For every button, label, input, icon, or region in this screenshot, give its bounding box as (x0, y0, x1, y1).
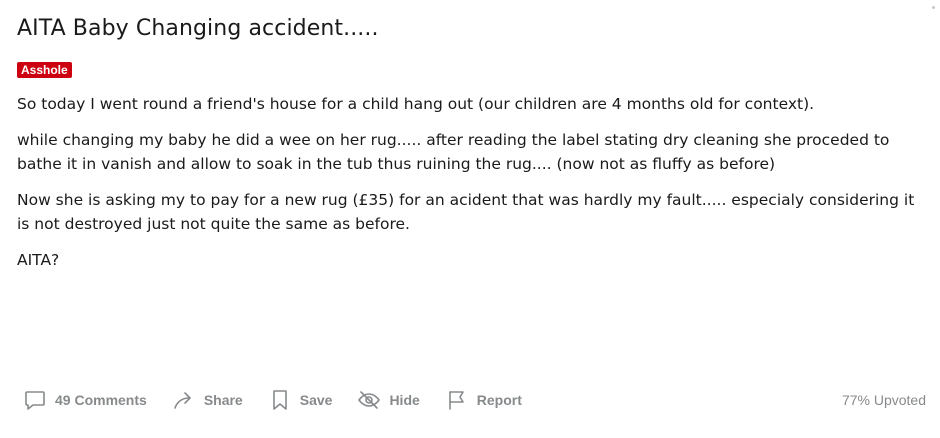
scrollbar-indicator[interactable] (932, 6, 935, 9)
report-label: Report (476, 392, 522, 408)
share-arrow-icon (174, 392, 191, 409)
upvote-ratio: 77% Upvoted (841, 392, 926, 408)
save-label: Save (299, 392, 333, 408)
flag-icon (448, 391, 464, 410)
post: AITA Baby Changing accident..... Asshole… (17, 14, 929, 284)
eye-slash-icon (358, 391, 381, 409)
hide-label: Hide (389, 392, 420, 408)
share-button[interactable]: Share (172, 388, 243, 412)
post-paragraph: Now she is asking my to pay for a new ru… (17, 191, 915, 233)
post-title[interactable]: AITA Baby Changing accident..... (17, 14, 929, 44)
save-button[interactable]: Save (268, 388, 333, 412)
share-label: Share (203, 392, 243, 408)
post-action-bar: 49 Comments Share Save Hide Report 77% U… (23, 385, 926, 415)
post-flair-badge[interactable]: Asshole (17, 62, 72, 78)
comments-button[interactable]: 49 Comments (23, 388, 147, 412)
bookmark-icon (272, 390, 287, 410)
comment-bubble-icon (25, 391, 45, 410)
report-button[interactable]: Report (445, 388, 522, 412)
post-paragraph: AITA? (17, 251, 60, 269)
post-paragraph: while changing my baby he did a wee on h… (17, 131, 890, 173)
comments-label: 49 Comments (55, 392, 147, 408)
post-paragraph: So today I went round a friend's house f… (17, 95, 815, 113)
hide-button[interactable]: Hide (357, 388, 420, 412)
post-body: So today I went round a friend's house f… (17, 92, 929, 272)
